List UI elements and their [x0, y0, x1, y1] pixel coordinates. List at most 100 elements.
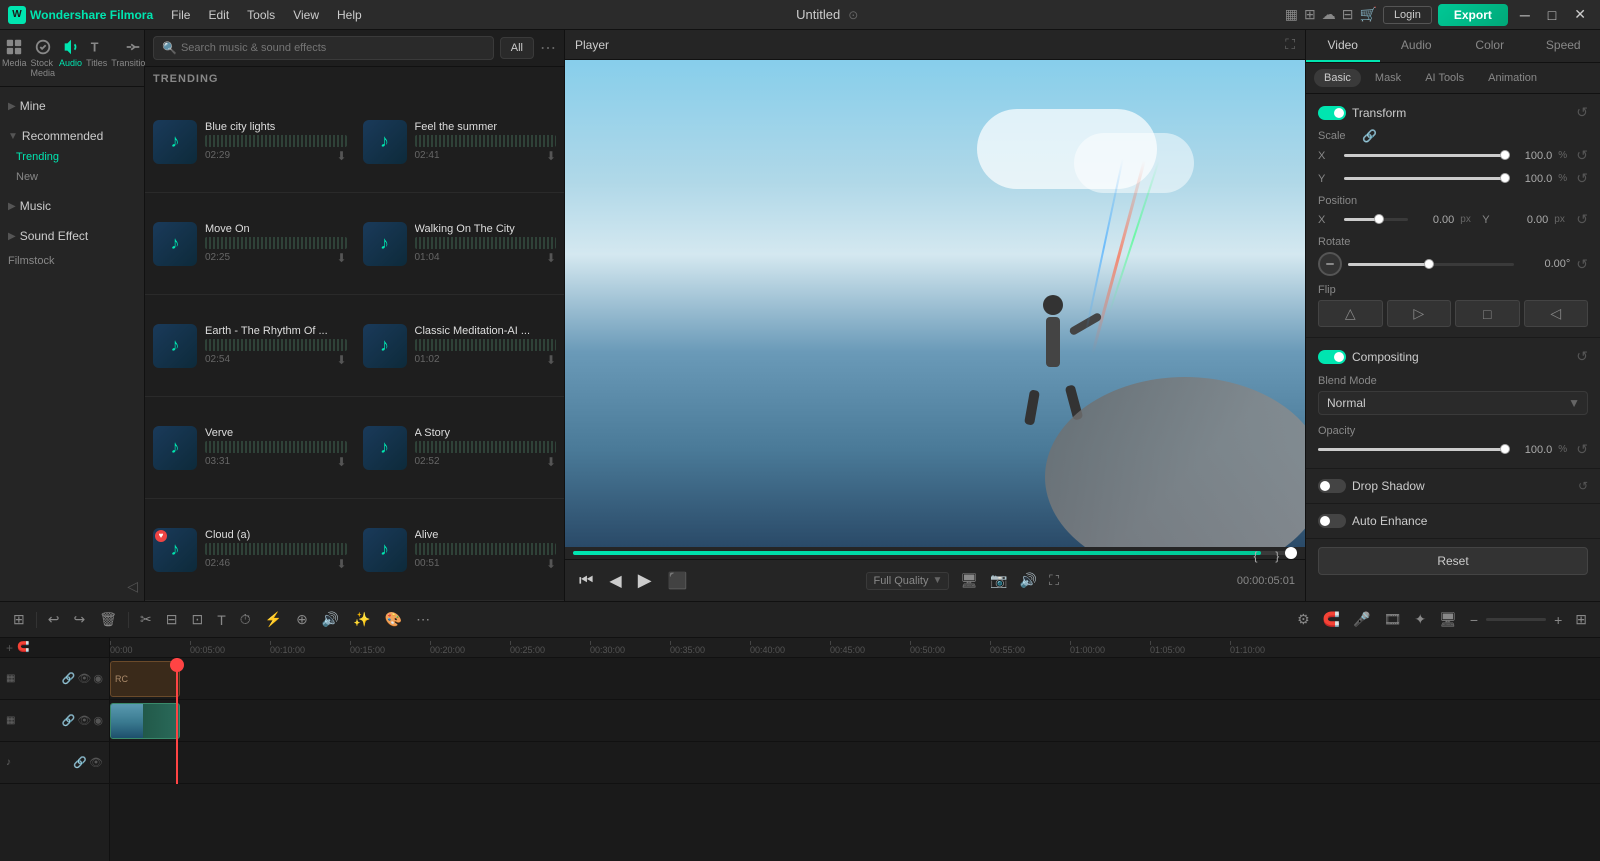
search-box[interactable]: 🔍 — [153, 36, 494, 60]
scale-x-slider[interactable] — [1344, 154, 1506, 157]
download-icon-4[interactable]: ⬇ — [546, 251, 556, 265]
download-icon-8[interactable]: ⬇ — [546, 455, 556, 469]
minimize-button[interactable]: ─ — [1514, 5, 1536, 25]
tl-minus-btn[interactable]: − — [1465, 609, 1483, 631]
prev-frame-button[interactable]: ⏮ — [575, 568, 597, 594]
sidebar-item-trending[interactable]: Trending — [0, 147, 144, 167]
tl-zoom-fit-btn[interactable]: ⊕ — [291, 608, 313, 631]
download-icon-3[interactable]: ⬇ — [336, 251, 346, 265]
menu-edit[interactable]: Edit — [200, 6, 237, 24]
tl-more-btn[interactable]: ⋯ — [411, 608, 435, 631]
tl-fx-btn[interactable]: ✦ — [1409, 608, 1431, 631]
volume-icon[interactable]: 🔊 — [1017, 569, 1040, 592]
download-icon-9[interactable]: ⬇ — [336, 557, 346, 571]
flip-btn-3[interactable]: □ — [1455, 300, 1520, 327]
track-3-eye[interactable]: 👁 — [89, 756, 103, 769]
reset-button[interactable]: Reset — [1318, 547, 1588, 575]
blend-mode-select[interactable]: Normal — [1318, 391, 1588, 415]
track-2-show[interactable]: ◉ — [93, 714, 103, 727]
rotate-slider[interactable] — [1348, 263, 1514, 266]
music-item-7[interactable]: ♪ Verve 03:31 ⬇ — [145, 397, 355, 499]
tl-mic-btn[interactable]: 🎤 — [1348, 608, 1375, 631]
tl-plus-btn[interactable]: + — [1549, 609, 1567, 631]
opacity-thumb[interactable] — [1500, 444, 1510, 454]
add-track-icon[interactable]: + — [6, 641, 13, 655]
tl-vol-btn[interactable]: 🔊 — [317, 608, 344, 631]
tl-speed-btn[interactable]: ⚡ — [260, 608, 287, 631]
monitor-icon[interactable]: 🖥 — [957, 569, 981, 592]
maximize-button[interactable]: □ — [1542, 5, 1562, 25]
sidebar-item-filmstock[interactable]: Filmstock — [0, 251, 144, 271]
music-item-6[interactable]: ♪ Classic Meditation-AI ... 01:02 ⬇ — [355, 295, 565, 397]
fullscreen-icon[interactable]: ⛶ — [1285, 36, 1295, 53]
position-reset[interactable]: ↺ — [1576, 211, 1588, 228]
screenshot-icon[interactable]: 📷 — [987, 569, 1010, 592]
track-2-link[interactable]: 🔗 — [62, 714, 76, 727]
mine-header[interactable]: ▶ Mine — [0, 95, 144, 117]
tab-video[interactable]: Video — [1306, 30, 1380, 62]
sidebar-item-new[interactable]: New — [0, 167, 144, 187]
drop-shadow-toggle[interactable] — [1318, 479, 1346, 493]
tl-settings-btn[interactable]: ⚙ — [1292, 608, 1315, 631]
music-item-3[interactable]: ♪ Move On 02:25 ⬇ — [145, 193, 355, 295]
filter-all-button[interactable]: All — [500, 37, 534, 59]
tl-monitor-btn[interactable]: 🖥 — [1434, 608, 1462, 631]
position-x-thumb[interactable] — [1374, 214, 1384, 224]
nav-media[interactable]: Media — [0, 32, 29, 84]
scale-y-slider[interactable] — [1344, 177, 1506, 180]
tl-color-btn[interactable]: 🎨 — [380, 608, 407, 631]
tl-time-btn[interactable]: ⏱ — [235, 608, 256, 631]
compositing-toggle[interactable] — [1318, 350, 1346, 364]
opacity-reset[interactable]: ↺ — [1576, 441, 1588, 458]
tl-film-btn[interactable]: 🎞 — [1379, 608, 1407, 631]
transform-toggle[interactable] — [1318, 106, 1346, 120]
clip-video-1[interactable] — [110, 703, 180, 739]
nav-titles[interactable]: T Titles — [84, 32, 109, 84]
music-item-5[interactable]: ♪ Earth - The Rhythm Of ... 02:54 ⬇ — [145, 295, 355, 397]
music-item-1[interactable]: ♪ Blue city lights 02:29 ⬇ — [145, 91, 355, 193]
play-button[interactable]: ▶ — [634, 566, 656, 595]
flip-btn-4[interactable]: ◁ — [1524, 300, 1589, 327]
transform-reset-icon[interactable]: ↺ — [1576, 104, 1588, 121]
progress-bar[interactable]: { } — [573, 551, 1297, 555]
tl-delete-btn[interactable]: 🗑 — [94, 608, 122, 631]
download-icon-10[interactable]: ⬇ — [546, 557, 556, 571]
download-icon-5[interactable]: ⬇ — [336, 353, 346, 367]
scale-x-thumb[interactable] — [1500, 150, 1510, 160]
scale-y-thumb[interactable] — [1500, 173, 1510, 183]
scale-y-reset[interactable]: ↺ — [1576, 170, 1588, 187]
export-button[interactable]: Export — [1438, 4, 1508, 26]
track-2-eye[interactable]: 👁 — [77, 714, 91, 727]
download-icon-7[interactable]: ⬇ — [336, 455, 346, 469]
zoom-slider[interactable] — [1486, 618, 1546, 621]
rotate-reset[interactable]: ↺ — [1576, 256, 1588, 273]
menu-help[interactable]: Help — [329, 6, 370, 24]
drop-shadow-expand-icon[interactable]: ↺ — [1578, 479, 1588, 493]
tab-speed[interactable]: Speed — [1527, 30, 1600, 62]
track-1-show[interactable]: ◉ — [93, 672, 103, 685]
track-1-link[interactable]: 🔗 — [62, 672, 76, 685]
login-button[interactable]: Login — [1383, 6, 1432, 24]
subtab-mask[interactable]: Mask — [1365, 69, 1411, 87]
tl-snap-btn[interactable]: 🧲 — [1318, 608, 1345, 631]
music-header[interactable]: ▶ Music — [0, 195, 144, 217]
search-input[interactable] — [181, 42, 485, 54]
tl-split-btn[interactable]: ⊟ — [161, 608, 183, 631]
tl-undo-btn[interactable]: ↩ — [43, 608, 65, 631]
position-x-slider[interactable] — [1344, 218, 1408, 221]
flip-btn-2[interactable]: ▷ — [1387, 300, 1452, 327]
scale-x-reset[interactable]: ↺ — [1576, 147, 1588, 164]
tab-color[interactable]: Color — [1453, 30, 1527, 62]
rotate-dial[interactable] — [1318, 252, 1342, 276]
auto-enhance-toggle[interactable] — [1318, 514, 1346, 528]
tl-crop-btn[interactable]: ⊡ — [186, 608, 208, 631]
prev-button[interactable]: ◀ — [605, 567, 625, 595]
tl-cut-btn[interactable]: ✂ — [135, 608, 157, 631]
compositing-reset-icon[interactable]: ↺ — [1576, 348, 1588, 365]
menu-file[interactable]: File — [163, 6, 198, 24]
menu-view[interactable]: View — [285, 6, 327, 24]
rotate-thumb[interactable] — [1424, 259, 1434, 269]
tl-text-btn[interactable]: T — [212, 609, 231, 631]
music-item-9[interactable]: ♥ ♪ Cloud (a) 02:46 ⬇ — [145, 499, 355, 601]
sound-effect-header[interactable]: ▶ Sound Effect — [0, 225, 144, 247]
